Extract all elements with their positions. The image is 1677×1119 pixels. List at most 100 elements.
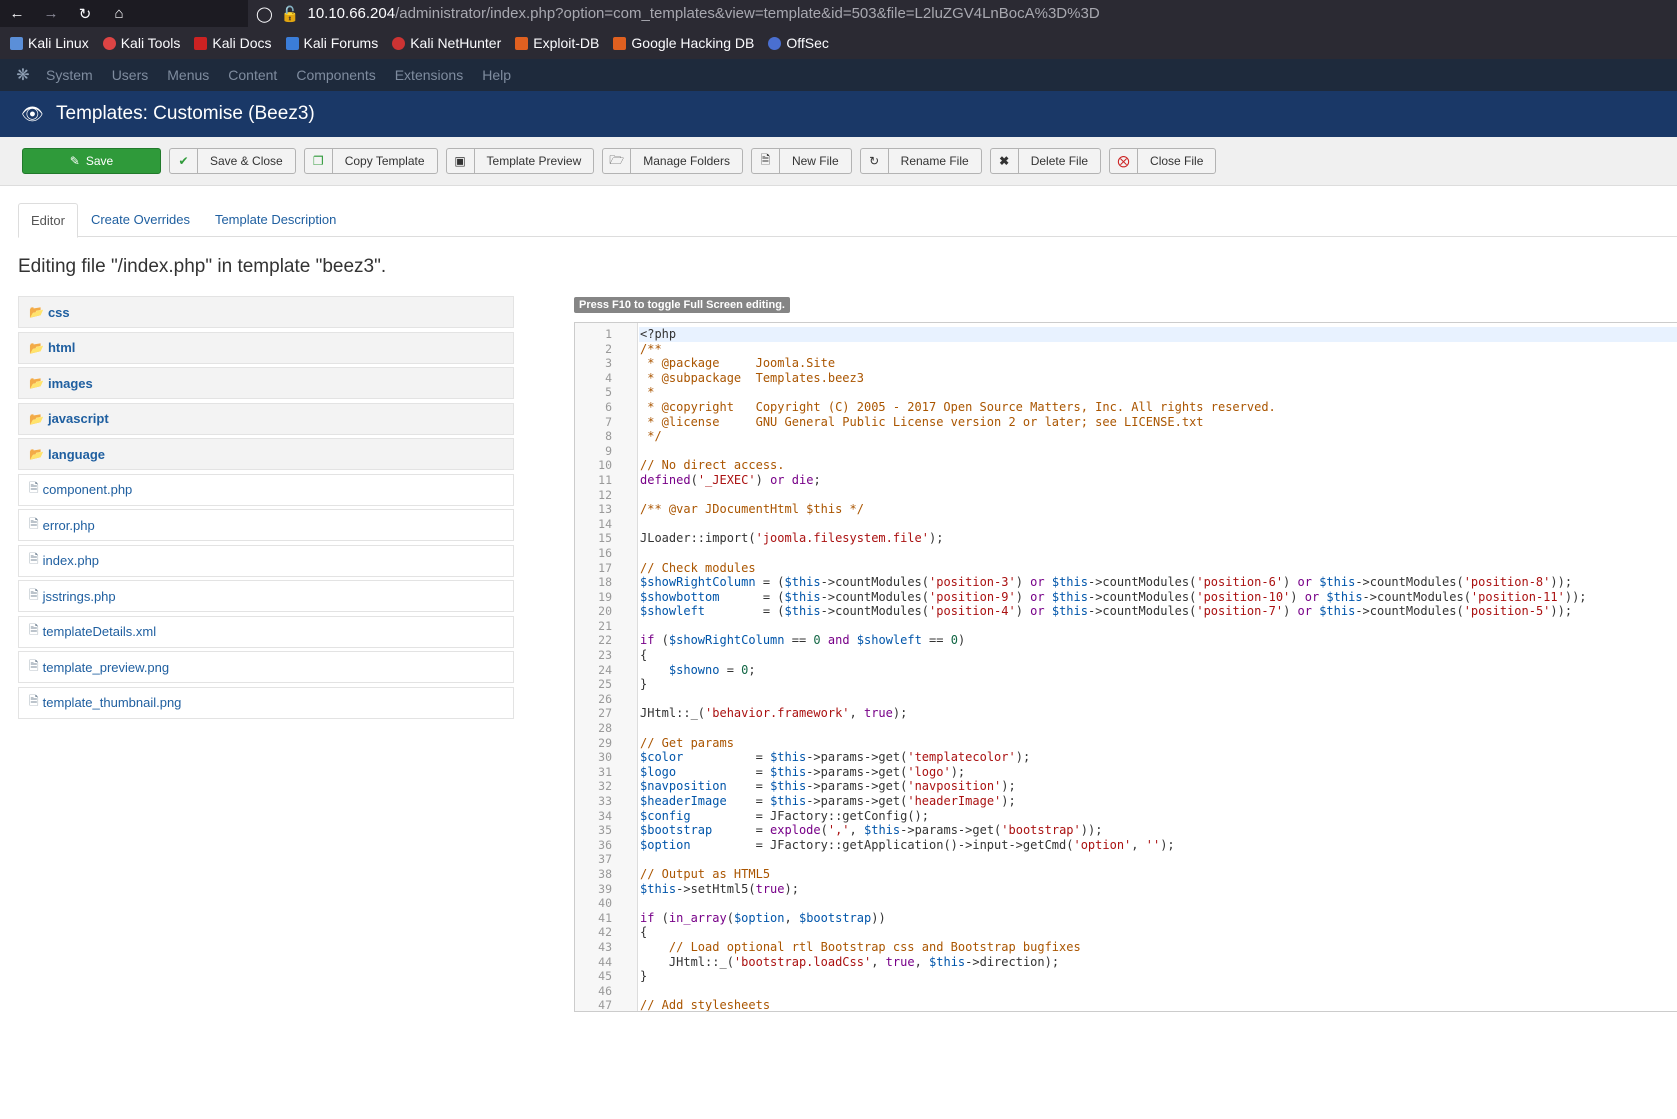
- menu-extensions[interactable]: Extensions: [395, 67, 463, 83]
- folder-item[interactable]: 📂 images: [18, 367, 514, 399]
- code-line[interactable]: 4 * @subpackage Templates.beez3: [605, 371, 1677, 386]
- folder-item[interactable]: 📂 html: [18, 331, 514, 364]
- back-icon[interactable]: ←: [0, 0, 34, 27]
- code-line[interactable]: 31 $logo = $this->params->get('logo');: [598, 765, 1677, 780]
- joomla-logo-icon[interactable]: ❋: [0, 65, 46, 85]
- bookmark-kali-linux[interactable]: Kali Linux: [10, 35, 89, 51]
- code-line[interactable]: 1 <?php: [605, 327, 1677, 342]
- code-line[interactable]: 20 $showleft = ($this->countModules('posi…: [598, 604, 1677, 619]
- code-line[interactable]: 42 {: [598, 925, 1677, 940]
- code-line[interactable]: 7 * @license GNU General Public License …: [605, 415, 1677, 430]
- menu-components[interactable]: Components: [296, 67, 375, 83]
- menu-users[interactable]: Users: [112, 67, 149, 83]
- code-line[interactable]: 11 defined('_JEXEC') or die;: [598, 473, 1677, 488]
- shield-icon: ◯: [256, 5, 273, 23]
- bookmark-offsec[interactable]: OffSec: [768, 35, 829, 51]
- code-line[interactable]: 10 // No direct access.: [598, 458, 1677, 473]
- code-line[interactable]: 18 $showRightColumn = ($this->countModule…: [598, 575, 1677, 590]
- save-close-button[interactable]: ✔ Save & Close: [169, 148, 296, 174]
- folder-item[interactable]: 📂 language: [18, 438, 514, 470]
- forward-icon[interactable]: →: [34, 0, 68, 27]
- file-item[interactable]: 🗎 component.php: [18, 473, 514, 506]
- code-line[interactable]: 25}: [598, 677, 1677, 692]
- code-line[interactable]: 37: [598, 852, 1677, 867]
- home-icon[interactable]: ⌂: [102, 0, 136, 27]
- code-line[interactable]: 30 $color = $this->params->get('templatec…: [598, 750, 1677, 765]
- folder-item[interactable]: 📂 css: [18, 296, 514, 328]
- code-line[interactable]: 27 JHtml::_('behavior.framework', true);: [598, 706, 1677, 721]
- copy-template-button[interactable]: ❐ Copy Template: [303, 148, 438, 174]
- close-file-button[interactable]: ⨂ Close File: [1109, 148, 1217, 174]
- code-line[interactable]: 36 $option = JFactory::getApplication()->…: [598, 838, 1677, 853]
- code-line[interactable]: 21: [598, 619, 1677, 634]
- code-line[interactable]: 19 $showbottom = ($this->countModules('po…: [598, 590, 1677, 605]
- menu-content[interactable]: Content: [228, 67, 277, 83]
- code-line[interactable]: 22 if ($showRightColumn == 0 and $showlef…: [598, 633, 1677, 648]
- file-item[interactable]: 🗎 template_preview.png: [18, 651, 514, 683]
- code-line[interactable]: 13 /** @var JDocumentHtml $this */: [598, 502, 1677, 517]
- menu-help[interactable]: Help: [482, 67, 511, 83]
- code-line[interactable]: 15 JLoader::import('joomla.filesystem.fil…: [598, 531, 1677, 546]
- code-line[interactable]: 23 {: [598, 648, 1677, 663]
- bookmark-kali-nethunter[interactable]: Kali NetHunter: [392, 35, 501, 51]
- rename-file-button[interactable]: ↻ Rename File: [859, 148, 982, 174]
- code-line[interactable]: 16: [598, 546, 1677, 561]
- bookmark-exploit-db[interactable]: Exploit-DB: [515, 35, 599, 51]
- code-line[interactable]: 44 JHtml::_('bootstrap.loadCss', true, $…: [598, 955, 1677, 970]
- code-line[interactable]: 43 // Load optional rtl Bootstrap css an…: [598, 940, 1677, 955]
- delete-file-button[interactable]: ✖ Delete File: [989, 148, 1102, 174]
- code-text: JHtml::_('behavior.framework', true);: [640, 706, 908, 721]
- manage-folders-button[interactable]: 🗁 Manage Folders: [602, 148, 743, 174]
- tab-create-overrides[interactable]: Create Overrides: [79, 203, 202, 236]
- bookmark-kali-tools[interactable]: Kali Tools: [102, 35, 180, 51]
- file-item[interactable]: 🗎 error.php: [18, 509, 514, 541]
- tab-editor[interactable]: Editor: [18, 203, 78, 238]
- code-text: <?php: [640, 327, 677, 341]
- menu-menus[interactable]: Menus: [167, 67, 209, 83]
- code-line[interactable]: 32 $navposition = $this->params->get('nav…: [598, 779, 1677, 794]
- code-line[interactable]: 40: [598, 896, 1677, 911]
- code-line[interactable]: 41 if (in_array($option, $bootstrap)): [598, 911, 1677, 926]
- code-line[interactable]: 24 $showno = 0;: [598, 663, 1677, 678]
- code-line[interactable]: 14: [598, 517, 1677, 532]
- line-number: 1: [605, 327, 612, 341]
- file-item[interactable]: 🗎 jsstrings.php: [18, 580, 514, 612]
- code-line[interactable]: 46: [598, 984, 1677, 999]
- code-line[interactable]: 17 // Check modules: [598, 561, 1677, 576]
- url-bar[interactable]: ◯ 🔓 10.10.66.204/administrator/index.php…: [248, 0, 1677, 27]
- file-item[interactable]: 🗎 templateDetails.xml: [18, 615, 514, 648]
- code-text: // Output as HTML5: [640, 866, 771, 881]
- bookmark-kali-docs[interactable]: Kali Docs: [194, 35, 272, 51]
- code-editor[interactable]: 1 <?php 2/** 3 * @package Joomla.Site 4 * @s…: [574, 322, 1677, 1012]
- code-line[interactable]: 2 /**: [605, 342, 1677, 357]
- save-button[interactable]: ✎ Save: [22, 148, 161, 174]
- code-line[interactable]: 47 // Add stylesheets: [598, 998, 1677, 1011]
- code-line[interactable]: 8 */: [605, 429, 1677, 444]
- code-line[interactable]: 34 $config = JFactory::getConfig();: [598, 809, 1677, 824]
- code-line[interactable]: 5 *: [605, 385, 1677, 400]
- folder-item[interactable]: 📂 javascript: [18, 402, 514, 435]
- line-number: 13: [598, 502, 612, 517]
- code-line[interactable]: 45}: [598, 969, 1677, 984]
- code-line[interactable]: 38 // Output as HTML5: [598, 866, 1677, 882]
- code-line[interactable]: 35 $bootstrap = explode(',', $this->param…: [598, 823, 1677, 838]
- file-item[interactable]: 🗎 index.php: [18, 544, 514, 577]
- code-line[interactable]: 33 $headerImage = $this->params->get('hea…: [598, 794, 1677, 809]
- new-file-button[interactable]: 🗎 New File: [750, 148, 852, 174]
- reload-icon[interactable]: ↻: [68, 0, 102, 27]
- code-line[interactable]: 26: [598, 692, 1677, 707]
- code-line[interactable]: 28: [598, 721, 1677, 736]
- code-line[interactable]: 12: [598, 488, 1677, 503]
- bookmark-kali-forums[interactable]: Kali Forums: [285, 35, 378, 51]
- code-line[interactable]: 29 // Get params: [598, 736, 1677, 751]
- template-preview-button[interactable]: ▣ Template Preview: [445, 148, 595, 174]
- code-line[interactable]: 6 * @copyright Copyright (C) 2005 - 2017…: [605, 400, 1677, 415]
- code-line[interactable]: 39 $this->setHtml5(true);: [598, 882, 1677, 897]
- code-area[interactable]: 1 <?php 2/** 3 * @package Joomla.Site 4 * @s…: [598, 327, 1677, 1011]
- file-item[interactable]: 🗎 template_thumbnail.png: [18, 686, 514, 719]
- code-line[interactable]: 9: [605, 444, 1677, 459]
- code-line[interactable]: 3 * @package Joomla.Site: [605, 356, 1677, 371]
- menu-system[interactable]: System: [46, 67, 93, 83]
- bookmark-google-hacking-db[interactable]: Google Hacking DB: [613, 35, 754, 51]
- tab-template-description[interactable]: Template Description: [203, 203, 348, 236]
